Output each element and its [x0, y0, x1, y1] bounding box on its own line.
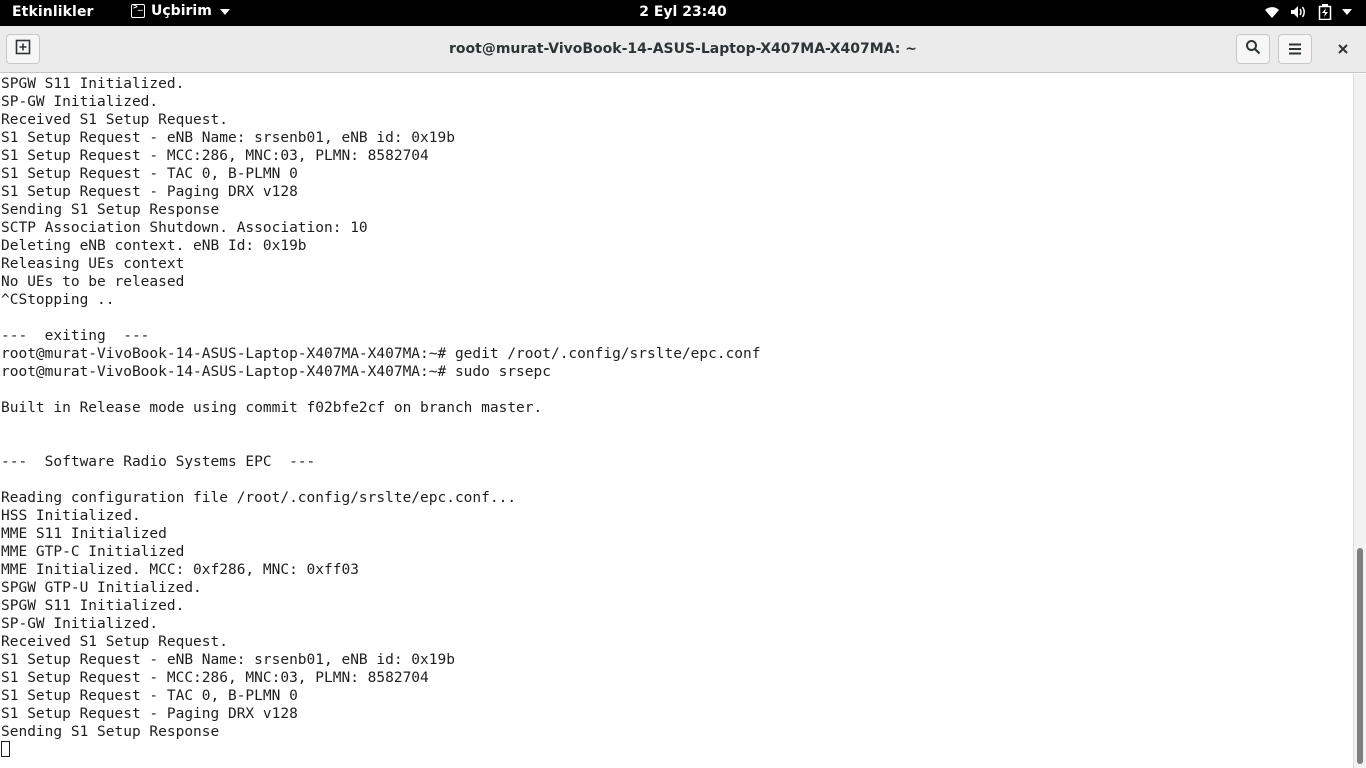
terminal-line: SPGW GTP-U Initialized. — [1, 580, 202, 596]
battery-icon — [1318, 4, 1332, 20]
terminal-line: Sending S1 Setup Response — [1, 202, 220, 218]
terminal-output: SPGW S11 Initialized. SP-GW Initialized. R… — [1, 75, 761, 759]
terminal-line: SP-GW Initialized. — [1, 616, 159, 632]
scrollbar-thumb[interactable] — [1357, 548, 1363, 764]
terminal-line: No UEs to be released — [1, 274, 185, 290]
terminal-header-bar: root@murat-VivoBook-14-ASUS-Laptop-X407M… — [0, 26, 1366, 73]
terminal-line: Releasing UEs context — [1, 256, 185, 272]
terminal-line: MME S11 Initialized — [1, 526, 167, 542]
close-icon — [1337, 40, 1349, 59]
terminal-line: SP-GW Initialized. — [1, 94, 159, 110]
terminal-line: --- Software Radio Systems EPC --- — [1, 454, 316, 470]
wifi-icon — [1264, 5, 1280, 19]
terminal-line: S1 Setup Request - TAC 0, B-PLMN 0 — [1, 688, 298, 704]
terminal-line: Deleting eNB context. eNB Id: 0x19b — [1, 238, 307, 254]
terminal-line: ^CStopping .. — [1, 292, 115, 308]
terminal-line: Sending S1 Setup Response — [1, 724, 220, 740]
search-button[interactable] — [1236, 34, 1270, 64]
terminal-line: Reading configuration file /root/.config… — [1, 490, 517, 506]
search-icon — [1245, 39, 1261, 59]
terminal-line: S1 Setup Request - Paging DRX v128 — [1, 184, 298, 200]
terminal-line: S1 Setup Request - Paging DRX v128 — [1, 706, 298, 722]
terminal-line: S1 Setup Request - TAC 0, B-PLMN 0 — [1, 166, 298, 182]
system-menu-caret-icon — [1342, 8, 1352, 16]
terminal-line: Built in Release mode using commit f02bf… — [1, 400, 543, 416]
terminal-line: --- exiting --- — [1, 328, 150, 344]
terminal-line: MME GTP-C Initialized — [1, 544, 185, 560]
top-bar: Etkinlikler Uçbirim 2 Eyl 23:40 — [0, 0, 1366, 26]
terminal-line: MME Initialized. MCC: 0xf286, MNC: 0xff0… — [1, 562, 359, 578]
menu-button[interactable] — [1278, 34, 1312, 64]
terminal-scrollbar[interactable] — [1353, 74, 1366, 768]
volume-icon — [1290, 5, 1308, 19]
terminal-line — [1, 741, 761, 759]
terminal-view[interactable]: SPGW S11 Initialized. SP-GW Initialized. R… — [0, 74, 1353, 768]
terminal-line: S1 Setup Request - eNB Name: srsenb01, e… — [1, 130, 455, 146]
terminal-line: root@murat-VivoBook-14-ASUS-Laptop-X407M… — [1, 346, 761, 362]
terminal-line: S1 Setup Request - MCC:286, MNC:03, PLMN… — [1, 670, 429, 686]
window-title: root@murat-VivoBook-14-ASUS-Laptop-X407M… — [449, 41, 917, 57]
terminal-line: SPGW S11 Initialized. — [1, 76, 185, 92]
terminal-line: S1 Setup Request - MCC:286, MNC:03, PLMN… — [1, 148, 429, 164]
terminal-line: HSS Initialized. — [1, 508, 141, 524]
clock[interactable]: 2 Eyl 23:40 — [0, 4, 1366, 20]
terminal-line: SCTP Association Shutdown. Association: … — [1, 220, 368, 236]
system-tray[interactable] — [1264, 4, 1352, 20]
terminal-line: Received S1 Setup Request. — [1, 634, 228, 650]
terminal-line: SPGW S11 Initialized. — [1, 598, 185, 614]
terminal-line: Received S1 Setup Request. — [1, 112, 228, 128]
close-window-button[interactable] — [1328, 34, 1358, 64]
terminal-line: root@murat-VivoBook-14-ASUS-Laptop-X407M… — [1, 364, 551, 380]
hamburger-menu-icon — [1288, 40, 1302, 59]
terminal-line: S1 Setup Request - eNB Name: srsenb01, e… — [1, 652, 455, 668]
text-cursor — [1, 741, 10, 757]
